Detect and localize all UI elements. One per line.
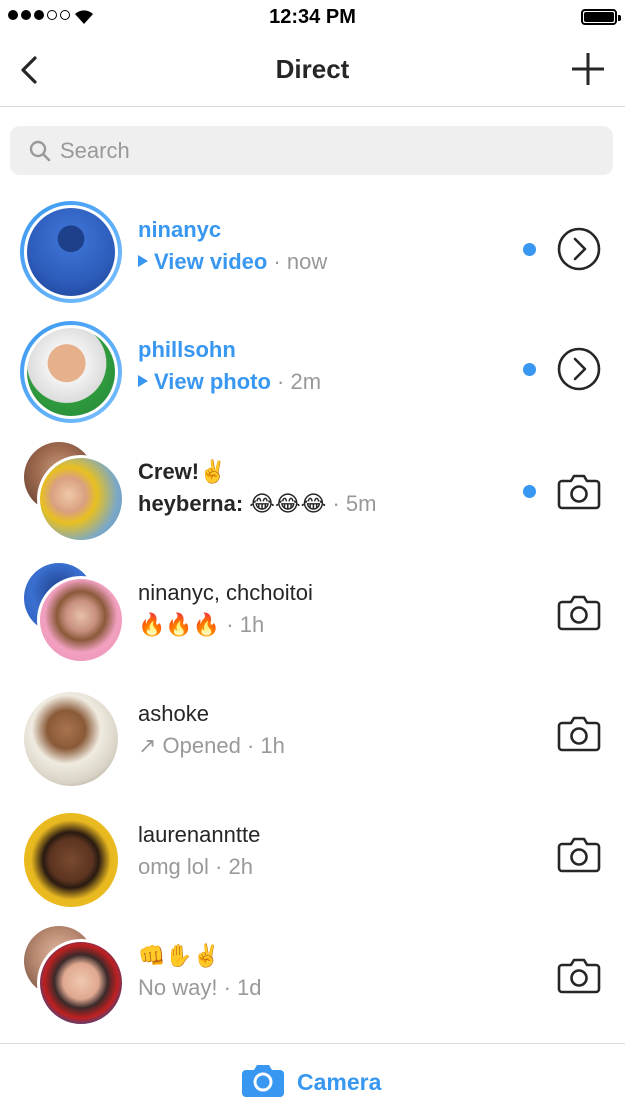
play-icon: [138, 375, 148, 388]
unread-dot: [523, 485, 536, 498]
thread-time: · 1h: [220, 612, 265, 637]
thread-time: · 1d: [217, 975, 262, 1000]
avatar: [37, 455, 125, 543]
thread-item[interactable]: Crew!✌️ heyberna: 😂😂😂 · 5m: [0, 430, 625, 550]
avatar: [24, 813, 118, 907]
thread-time: · 2m: [270, 369, 322, 394]
avatar: [37, 939, 125, 1027]
chevron-right-circle-icon[interactable]: [556, 226, 602, 272]
unread-dot: [523, 243, 536, 256]
thread-item[interactable]: phillsohn View photo · 2m: [0, 308, 625, 428]
unread-dot: [523, 363, 536, 376]
search-input[interactable]: [60, 126, 580, 175]
thread-name: Crew!✌️: [138, 459, 227, 484]
camera-icon[interactable]: [556, 952, 602, 998]
last-message: ↗ Opened: [138, 733, 241, 758]
thread-name: ninanyc, chchoitoi: [138, 580, 313, 605]
plus-icon[interactable]: [571, 52, 605, 86]
camera-icon[interactable]: [556, 831, 602, 877]
thread-item[interactable]: ashoke ↗ Opened · 1h: [0, 672, 625, 792]
thread-time: · 2h: [208, 854, 253, 879]
play-icon: [138, 255, 148, 268]
thread-time: · 5m: [326, 491, 377, 516]
thread-name: ashoke: [138, 701, 209, 726]
view-video-link[interactable]: View video: [154, 249, 267, 274]
avatar: [24, 692, 118, 786]
thread-time: · now: [267, 249, 328, 274]
battery-icon: [581, 9, 621, 25]
search-icon: [29, 140, 51, 162]
thread-name: phillsohn: [138, 337, 236, 362]
last-message: 🔥🔥🔥: [138, 612, 221, 637]
thread-name: ninanyc: [138, 217, 222, 242]
camera-icon[interactable]: [556, 589, 602, 635]
status-bar: 12:34 PM: [0, 0, 625, 34]
last-message: omg lol: [138, 854, 209, 879]
thread-item[interactable]: ninanyc, chchoitoi 🔥🔥🔥 · 1h: [0, 551, 625, 671]
page-title: Direct: [275, 54, 350, 84]
view-photo-link[interactable]: View photo: [154, 369, 271, 394]
status-time: 12:34 PM: [269, 6, 356, 28]
thread-item[interactable]: laurenanntte omg lol · 2h: [0, 793, 625, 913]
search-bar[interactable]: [10, 126, 613, 175]
camera-label: Camera: [297, 1069, 382, 1095]
thread-time: · 1h: [240, 733, 285, 758]
avatar: [37, 576, 125, 664]
thread-name: 👊✋✌️: [138, 943, 221, 968]
thread-name: laurenanntte: [138, 822, 261, 847]
camera-icon: [242, 1065, 284, 1097]
chevron-right-circle-icon[interactable]: [556, 346, 602, 392]
nav-bar: Direct: [0, 34, 625, 107]
camera-button[interactable]: Camera: [0, 1043, 625, 1119]
last-message: heyberna: 😂😂😂: [138, 491, 327, 516]
camera-icon[interactable]: [556, 468, 602, 514]
camera-icon[interactable]: [556, 710, 602, 756]
thread-item[interactable]: 👊✋✌️ No way! · 1d: [0, 914, 625, 1034]
avatar: [20, 201, 122, 303]
avatar: [20, 321, 122, 423]
last-message: No way!: [138, 975, 218, 1000]
thread-item[interactable]: ninanyc View video · now: [0, 188, 625, 308]
